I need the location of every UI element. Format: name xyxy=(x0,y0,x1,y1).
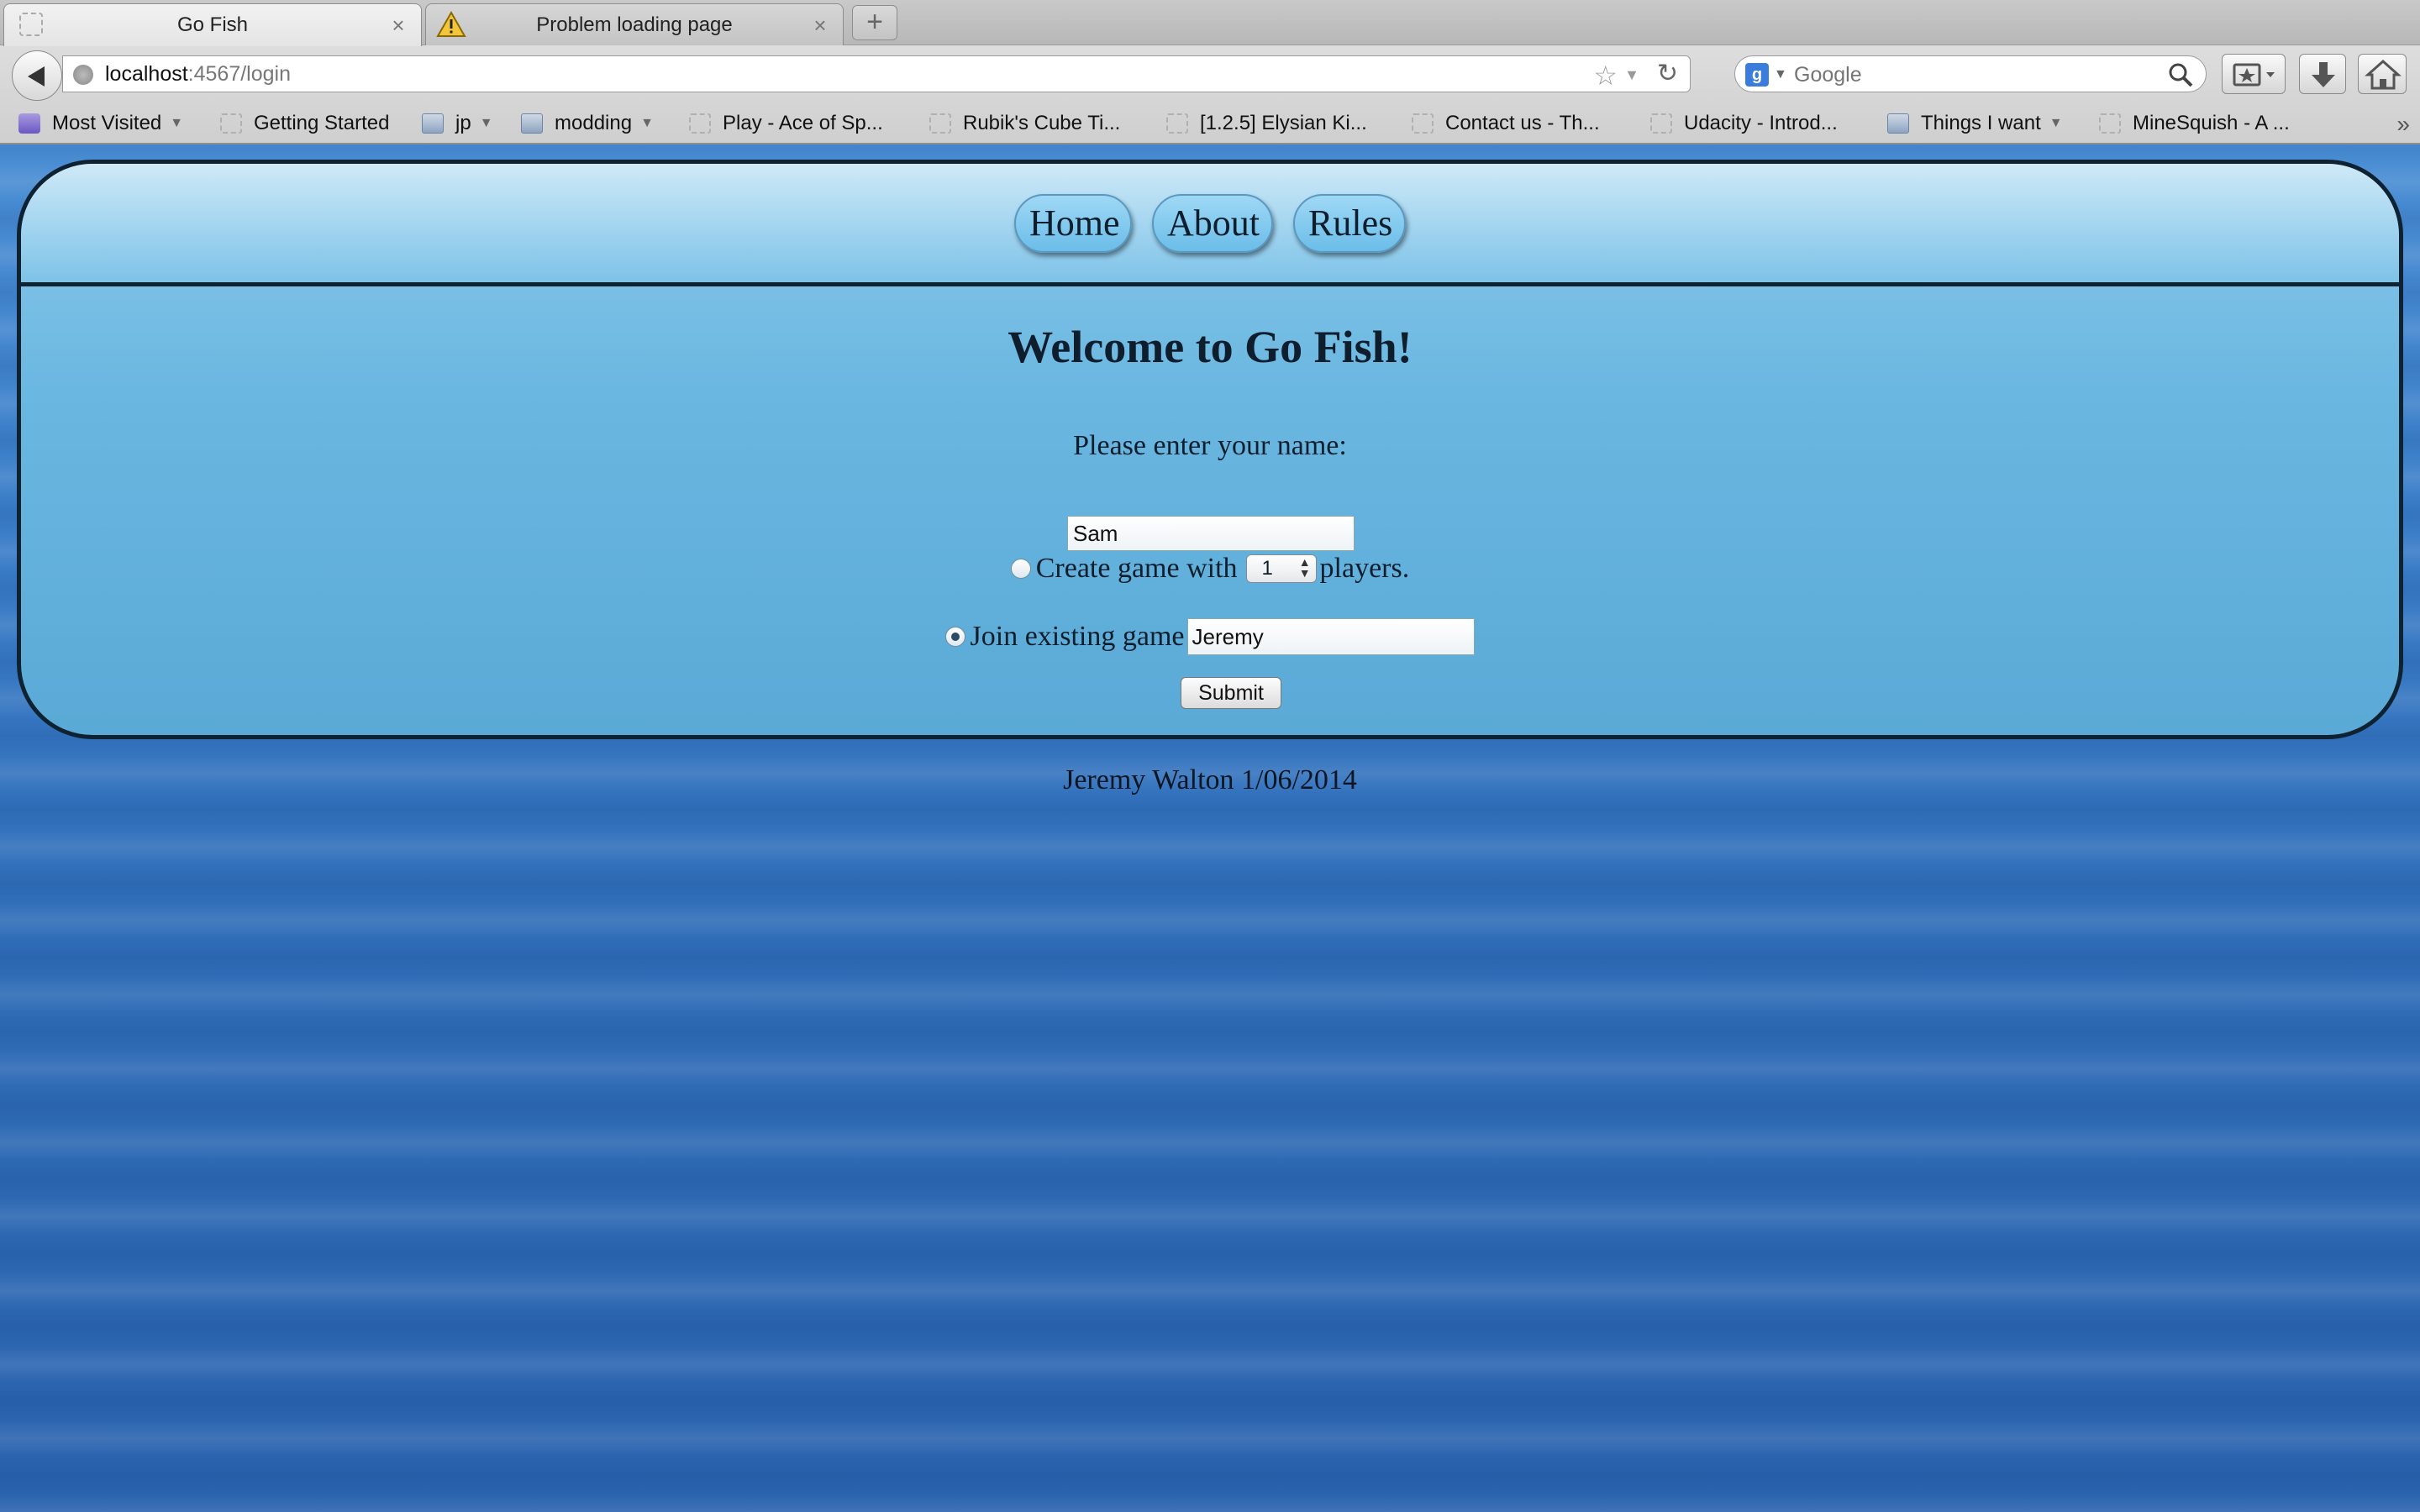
bookmark-star-icon[interactable]: ☆ xyxy=(1593,60,1618,92)
back-button[interactable] xyxy=(12,50,62,101)
panel-header: Home About Rules xyxy=(21,164,2399,286)
bookmarks-toolbar: Most Visited ▼ Getting Started jp ▼ moddin… xyxy=(0,104,2420,143)
bookmark-label: Rubik's Cube Ti... xyxy=(963,112,1121,134)
url-path: :4567/login xyxy=(187,62,291,86)
bookmark-label: Getting Started xyxy=(254,112,390,134)
bookmark-label: MineSquish - A ... xyxy=(2133,112,2290,134)
browser-chrome: Go Fish × Problem loading page × + local… xyxy=(0,0,2420,144)
bookmark-folder-things-i-want[interactable]: Things I want ▼ xyxy=(1887,108,2063,139)
home-icon xyxy=(2365,59,2402,90)
join-game-radio[interactable] xyxy=(944,627,965,647)
bookmark-udacity[interactable]: Udacity - Introd... xyxy=(1650,108,1838,139)
chevron-down-icon[interactable]: ▼ xyxy=(1774,67,1787,82)
site-nav: Home About Rules xyxy=(21,194,2399,253)
name-prompt-label: Please enter your name: xyxy=(1073,430,1347,461)
bookmarks-menu-button[interactable] xyxy=(2222,54,2286,94)
bookmark-rubiks-cube[interactable]: Rubik's Cube Ti... xyxy=(929,108,1120,139)
search-icon[interactable] xyxy=(2167,61,2194,88)
tab-label: Go Fish xyxy=(176,13,249,36)
bookmarks-icon xyxy=(2233,63,2275,87)
select-arrows-icon: ▲ ▼ xyxy=(1298,555,1311,580)
new-tab-button[interactable]: + xyxy=(852,5,897,40)
chevron-down-icon: ▼ xyxy=(170,116,184,130)
bookmark-label: Things I want xyxy=(1921,112,2041,134)
folder-icon xyxy=(1887,113,1909,134)
bookmark-folder-jp[interactable]: jp ▼ xyxy=(422,108,493,139)
search-input[interactable] xyxy=(1794,61,2155,88)
create-game-label: Create game with xyxy=(1035,553,1238,584)
chevron-down-icon[interactable]: ▼ xyxy=(1624,66,1639,84)
footer-credit: Jeremy Walton 1/06/2014 xyxy=(1063,764,1357,795)
folder-icon xyxy=(521,113,543,134)
url-host: localhost xyxy=(105,62,188,86)
bookmark-label: Contact us - Th... xyxy=(1445,112,1600,134)
nav-rules-button[interactable]: Rules xyxy=(1293,194,1406,253)
main-panel: Home About Rules Welcome to Go Fish! Ple… xyxy=(17,160,2403,739)
bookmark-label: Play - Ace of Sp... xyxy=(723,112,883,134)
home-button[interactable] xyxy=(2358,54,2407,94)
globe-icon xyxy=(73,65,93,85)
download-icon xyxy=(2312,62,2335,87)
close-icon[interactable]: × xyxy=(809,13,831,39)
submit-button[interactable]: Submit xyxy=(1181,677,1281,709)
bookmark-label: jp xyxy=(455,112,471,134)
bookmark-elysian[interactable]: [1.2.5] Elysian Ki... xyxy=(1166,108,1367,139)
folder-icon xyxy=(422,113,444,134)
players-count-select[interactable]: 1 ▲ ▼ xyxy=(1245,554,1317,583)
google-icon[interactable]: g xyxy=(1745,63,1769,87)
bookmark-label: Udacity - Introd... xyxy=(1684,112,1838,134)
nav-about-button[interactable]: About xyxy=(1152,194,1273,253)
bookmark-contact-us[interactable]: Contact us - Th... xyxy=(1412,108,1600,139)
bookmark-most-visited[interactable]: Most Visited ▼ xyxy=(18,108,183,139)
chevron-down-icon: ▼ xyxy=(640,116,654,130)
page-icon xyxy=(929,113,951,134)
bookmarks-overflow-chevron-icon[interactable]: » xyxy=(2396,111,2410,138)
create-game-radio[interactable] xyxy=(1010,559,1031,579)
close-icon[interactable]: × xyxy=(387,13,409,39)
name-input[interactable] xyxy=(1067,516,1355,551)
chevron-down-icon: ▼ xyxy=(2049,116,2063,130)
reload-icon[interactable]: ↻ xyxy=(1657,59,1678,88)
bookmark-ace-of-spades[interactable]: Play - Ace of Sp... xyxy=(689,108,883,139)
page-title: Welcome to Go Fish! xyxy=(1007,322,1413,372)
page-icon xyxy=(1412,113,1434,134)
bookmark-label: modding xyxy=(555,112,633,134)
bookmark-label: [1.2.5] Elysian Ki... xyxy=(1200,112,1367,134)
most-visited-icon xyxy=(18,113,40,134)
bookmark-minesquish[interactable]: MineSquish - A ... xyxy=(2099,108,2290,139)
login-form: Welcome to Go Fish! Please enter your na… xyxy=(21,291,2399,735)
bookmark-label: Most Visited xyxy=(52,112,162,134)
tab-problem-loading[interactable]: Problem loading page × xyxy=(425,3,844,45)
downloads-button[interactable] xyxy=(2299,54,2346,94)
url-bar[interactable]: localhost:4567/login ☆ ▼ ↻ xyxy=(62,55,1691,92)
page-viewport: Home About Rules Welcome to Go Fish! Ple… xyxy=(0,144,2420,1512)
players-count-value: 1 xyxy=(1261,557,1273,580)
tab-label: Problem loading page xyxy=(536,13,733,36)
page-icon xyxy=(1650,113,1672,134)
bookmark-getting-started[interactable]: Getting Started xyxy=(220,108,389,139)
join-game-input[interactable] xyxy=(1187,618,1476,655)
page-icon xyxy=(2099,113,2121,134)
search-bar[interactable]: g ▼ xyxy=(1734,55,2207,92)
chevron-down-icon: ▼ xyxy=(479,116,493,130)
join-game-row: Join existing game xyxy=(21,618,2399,655)
players-label: players. xyxy=(1319,553,1410,584)
navigation-bar: localhost:4567/login ☆ ▼ ↻ g ▼ xyxy=(0,47,2420,102)
page-icon xyxy=(220,113,242,134)
url-text[interactable]: localhost:4567/login xyxy=(105,62,291,87)
bookmark-folder-modding[interactable]: modding ▼ xyxy=(521,108,654,139)
page-icon xyxy=(689,113,711,134)
tab-strip: Go Fish × Problem loading page × + xyxy=(0,0,2420,46)
join-game-label: Join existing game xyxy=(970,621,1185,652)
tab-go-fish[interactable]: Go Fish × xyxy=(3,3,422,46)
nav-home-button[interactable]: Home xyxy=(1014,194,1132,253)
create-game-row: Create game with 1 ▲ ▼ players. xyxy=(21,553,2399,585)
page-icon xyxy=(1166,113,1188,134)
back-arrow-icon xyxy=(28,66,45,87)
